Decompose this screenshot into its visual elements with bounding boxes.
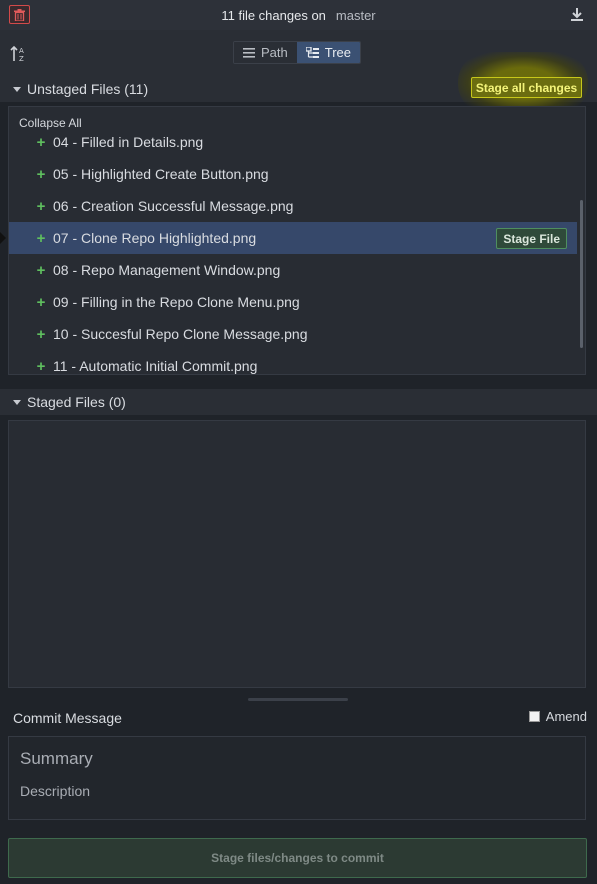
view-tree-button[interactable]: Tree xyxy=(296,42,360,63)
file-name: 09 - Filling in the Repo Clone Menu.png xyxy=(53,294,300,310)
staged-title: Staged Files (0) xyxy=(27,394,126,410)
changes-title: 11 file changes on xyxy=(221,7,326,23)
file-row[interactable]: + 05 - Highlighted Create Button.png xyxy=(9,158,577,190)
sort-icon[interactable]: A Z xyxy=(10,45,28,63)
file-name: 05 - Highlighted Create Button.png xyxy=(53,166,269,182)
staged-section-header[interactable]: Staged Files (0) xyxy=(0,389,597,415)
tree-icon xyxy=(305,47,319,58)
stage-all-button[interactable]: Stage all changes xyxy=(471,77,582,98)
amend-toggle[interactable]: Amend xyxy=(528,709,587,724)
view-tree-label: Tree xyxy=(324,45,351,60)
plus-icon: + xyxy=(36,325,46,343)
file-row[interactable]: + 04 - Filled in Details.png xyxy=(9,126,577,158)
unstaged-title: Unstaged Files (11) xyxy=(27,81,149,97)
plus-icon: + xyxy=(36,229,46,247)
commit-message-box[interactable]: Summary Description xyxy=(8,736,586,820)
plus-icon: + xyxy=(36,357,46,375)
file-row[interactable]: + 11 - Automatic Initial Commit.png xyxy=(9,350,577,375)
file-row[interactable]: + 06 - Creation Successful Message.png xyxy=(9,190,577,222)
file-row[interactable]: + 09 - Filling in the Repo Clone Menu.pn… xyxy=(9,286,577,318)
file-name: 08 - Repo Management Window.png xyxy=(53,262,281,278)
file-name: 07 - Clone Repo Highlighted.png xyxy=(53,230,257,246)
amend-label: Amend xyxy=(545,709,587,724)
download-icon[interactable] xyxy=(569,6,585,22)
file-row[interactable]: + 10 - Succesful Repo Clone Message.png xyxy=(9,318,577,350)
staged-file-list xyxy=(8,420,586,688)
unstaged-file-list: Collapse All + 04 - Filled in Details.pn… xyxy=(8,106,586,375)
commit-button[interactable]: Stage files/changes to commit xyxy=(8,838,587,878)
summary-input[interactable]: Summary xyxy=(20,749,93,769)
resize-handle[interactable] xyxy=(248,698,348,701)
caret-down-icon xyxy=(13,86,21,92)
file-name: 11 - Automatic Initial Commit.png xyxy=(53,358,258,374)
plus-icon: + xyxy=(36,261,46,279)
file-name: 10 - Succesful Repo Clone Message.png xyxy=(53,326,308,342)
view-toggle: Path Tree xyxy=(233,41,361,64)
description-input[interactable]: Description xyxy=(20,783,90,799)
plus-icon: + xyxy=(36,293,46,311)
caret-down-icon xyxy=(13,399,21,405)
stage-file-button[interactable]: Stage File xyxy=(496,228,567,249)
plus-icon: + xyxy=(36,133,46,151)
view-path-button[interactable]: Path xyxy=(234,42,297,63)
plus-icon: + xyxy=(36,197,46,215)
file-row-selected[interactable]: + 07 - Clone Repo Highlighted.png Stage … xyxy=(9,222,577,254)
discard-all-button[interactable] xyxy=(9,5,30,24)
plus-icon: + xyxy=(36,165,46,183)
file-name: 04 - Filled in Details.png xyxy=(53,134,204,150)
svg-text:Z: Z xyxy=(19,55,24,63)
amend-checkbox[interactable] xyxy=(528,711,540,722)
branch-name: master xyxy=(335,7,376,23)
svg-text:A: A xyxy=(19,47,24,55)
file-row[interactable]: + 08 - Repo Management Window.png xyxy=(9,254,577,286)
mouse-pointer xyxy=(0,232,6,244)
view-path-label: Path xyxy=(261,45,288,60)
trash-icon xyxy=(14,8,25,21)
list-icon xyxy=(243,47,255,58)
commit-message-label: Commit Message xyxy=(13,710,122,726)
top-bar: 11 file changes on master xyxy=(0,0,597,30)
file-name: 06 - Creation Successful Message.png xyxy=(53,198,294,214)
file-list-scrollbar[interactable] xyxy=(580,200,583,348)
